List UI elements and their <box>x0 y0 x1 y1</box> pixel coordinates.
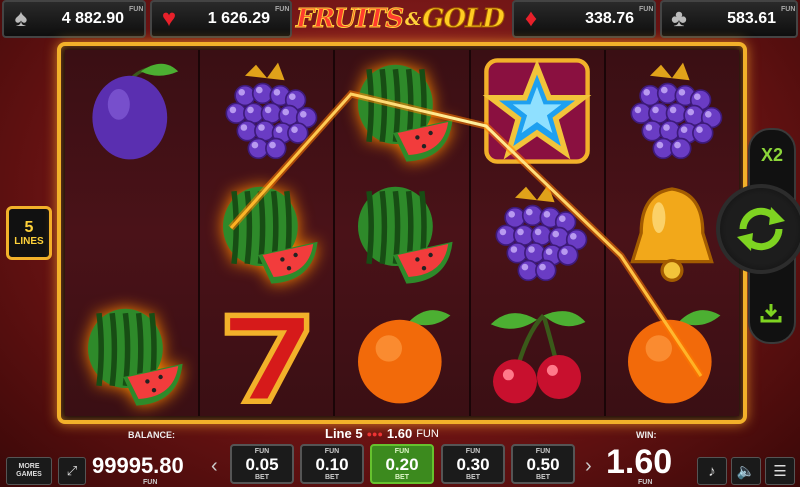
hamburger-icon: ☰ <box>773 463 787 480</box>
bet-option-4[interactable]: FUN 0.30 BET <box>441 444 505 484</box>
bet-option-5[interactable]: FUN 0.50 BET <box>511 444 575 484</box>
jackpot-heart: ♥ 1 626.29 FUN <box>150 0 292 38</box>
reel-1 <box>65 50 201 416</box>
sound-button[interactable]: 🔈 <box>731 457 761 485</box>
spin-button[interactable] <box>716 184 800 274</box>
bet-label: BET <box>325 474 339 481</box>
reel-2 <box>200 50 336 416</box>
game-logo: FRUITS & GOLD <box>295 0 506 38</box>
lines-label: LINES <box>14 235 44 247</box>
seven-icon <box>200 294 333 416</box>
bet-value: 0.30 <box>456 455 490 474</box>
gamble-x2-button[interactable]: X2 <box>750 138 794 172</box>
collect-button[interactable] <box>754 296 788 330</box>
jackpot-value: 4 882.90 <box>61 10 124 27</box>
bet-next-arrow[interactable]: › <box>585 455 592 478</box>
download-icon <box>760 304 782 323</box>
menu-button[interactable]: ☰ <box>765 457 795 485</box>
jackpot-fun: FUN <box>781 6 796 13</box>
jackpot-fun: FUN <box>275 6 290 13</box>
bet-label: BET <box>536 474 550 481</box>
logo-word-fruits: FRUITS <box>295 4 404 35</box>
burning-watermelon-icon <box>65 294 198 416</box>
reel-area <box>57 42 747 424</box>
speaker-icon: 🔈 <box>736 463 756 480</box>
heart-icon: ♥ <box>161 5 177 32</box>
balance-value: 99995.80 <box>92 453 184 478</box>
bet-prev-arrow[interactable]: ‹ <box>211 455 218 478</box>
jackpot-bar: ♠ 4 882.90 FUN ♥ 1 626.29 FUN FRUITS & G… <box>0 0 800 40</box>
bet-value: 0.05 <box>245 455 279 474</box>
grapes-icon <box>471 172 604 294</box>
burning-watermelon-icon <box>335 50 468 172</box>
balance-label: BALANCE: <box>128 430 175 440</box>
expand-icon: ⤢ <box>66 463 78 478</box>
watermelon-icon: ●●● <box>366 428 383 439</box>
logo-word-gold: GOLD <box>422 4 506 35</box>
bet-option-1[interactable]: FUN 0.05 BET <box>230 444 294 484</box>
bet-option-3[interactable]: FUN 0.20 BET <box>370 444 434 484</box>
bet-option-2[interactable]: FUN 0.10 BET <box>300 444 364 484</box>
jackpot-club: ♣ 583.61 FUN <box>660 0 798 38</box>
jackpot-value: 338.76 <box>585 10 634 27</box>
bet-value: 0.10 <box>315 455 349 474</box>
lines-indicator: 5 LINES <box>6 206 52 260</box>
watermelon-icon <box>335 172 468 294</box>
orange-icon <box>335 294 468 416</box>
music-button[interactable]: ♪ <box>697 457 727 485</box>
star-icon <box>471 50 604 172</box>
reel-4 <box>470 50 606 416</box>
win-fun: FUN <box>638 479 653 486</box>
line-win-info: Line 5 ●●● 1.60 FUN <box>325 426 439 441</box>
line-win-value: 1.60 <box>386 426 413 441</box>
win-label: WIN: <box>636 430 657 440</box>
lines-count: 5 <box>24 218 34 236</box>
bet-value: 0.20 <box>385 455 419 474</box>
more-games-button[interactable]: MORE GAMES <box>6 457 52 485</box>
jackpot-spade: ♠ 4 882.90 FUN <box>2 0 146 38</box>
bet-label: BET <box>466 474 480 481</box>
jackpot-value: 583.61 <box>727 10 776 27</box>
win-value: 1.60 <box>606 443 673 481</box>
line-title: Line 5 <box>325 426 363 441</box>
jackpot-value: 1 626.29 <box>207 10 270 27</box>
jackpot-fun: FUN <box>129 6 144 13</box>
bottom-bar: BALANCE: Line 5 ●●● 1.60 FUN WIN: MORE G… <box>0 425 800 487</box>
plum-icon <box>65 50 198 172</box>
jackpot-fun: FUN <box>639 6 654 13</box>
grapes-icon <box>200 50 333 172</box>
diamond-icon: ♦ <box>524 5 538 32</box>
line-win-fun: FUN <box>416 427 439 440</box>
logo-ampersand: & <box>405 8 421 30</box>
cherries-icon <box>471 294 604 416</box>
bet-value: 0.50 <box>526 455 560 474</box>
bet-label: BET <box>395 474 409 481</box>
club-icon: ♣ <box>671 5 687 32</box>
empty-cell <box>65 172 198 294</box>
grapes-icon <box>606 50 739 172</box>
music-note-icon: ♪ <box>708 462 716 480</box>
reels <box>65 50 740 416</box>
burning-watermelon-icon <box>200 172 333 294</box>
fullscreen-button[interactable]: ⤢ <box>58 457 86 485</box>
bet-label: BET <box>255 474 269 481</box>
jackpot-diamond: ♦ 338.76 FUN <box>512 0 656 38</box>
spade-icon: ♠ <box>14 5 28 32</box>
refresh-icon <box>737 207 785 251</box>
balance-fun: FUN <box>143 479 158 486</box>
reel-3 <box>335 50 471 416</box>
orange-icon <box>606 294 739 416</box>
